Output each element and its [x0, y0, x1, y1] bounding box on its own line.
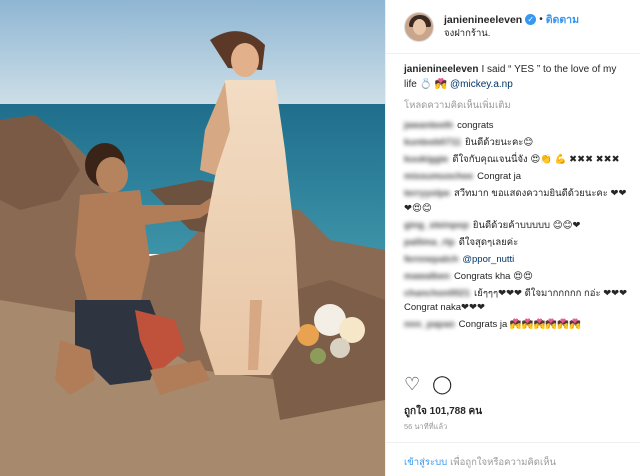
instagram-post: janienineeleven ✓ • ติดตาม จงฝากร้าน. ja… — [0, 0, 640, 476]
comment-username[interactable]: ging_steinpop — [404, 219, 469, 234]
comment-username[interactable]: jawanteeth — [404, 119, 453, 134]
login-prompt: เข้าสู่ระบบ เพื่อถูกใจหรือความคิดเห็น — [386, 442, 640, 476]
avatar[interactable] — [404, 11, 434, 42]
comment-text: ดีใจสุดๆเลยค่ะ — [458, 236, 519, 248]
comment-text: Congrats ja 💏💏💏💏💏💏 — [458, 319, 581, 330]
comment-list[interactable]: janienineeleven I said “ YES ” to the lov… — [386, 54, 640, 372]
comment-item: ging_steinpop ยินดีด้วยค้าบบบบบ 😊😊❤ — [404, 219, 630, 234]
comment-item: mawalben Congrats kha 😍😍 — [404, 270, 630, 285]
comment-mention[interactable]: @ppor_nutti — [462, 254, 514, 265]
comment-text: Congrats kha 😍😍 — [453, 270, 533, 282]
post-header-row: janienineeleven ✓ • ติดตาม — [444, 13, 579, 27]
comment-item: terryyolpe สวีทมาก ขอแสดงความยินดีด้วยนะค… — [404, 187, 630, 216]
caption-username[interactable]: janienineeleven — [404, 64, 478, 75]
login-link[interactable]: เข้าสู่ระบบ — [404, 457, 447, 468]
comment-item: missumuochee Congrat ja — [404, 170, 630, 185]
comment-icon[interactable]: ◯ — [432, 374, 452, 394]
comment-username[interactable]: chanchon0021 — [404, 287, 470, 302]
comment-item: pallima_rtp ดีใจสุดๆเลยค่ะ — [404, 236, 630, 251]
caption: janienineeleven I said “ YES ” to the lov… — [404, 62, 630, 92]
verified-badge-icon: ✓ — [525, 14, 537, 25]
comment-text: Congrat ja — [477, 171, 522, 182]
comment-username[interactable]: kunteeb0711 — [404, 136, 461, 151]
comment-item: kunteeb0711 ยินดีด้วยนะคะ😊 — [404, 136, 630, 151]
timestamp[interactable]: 56 นาทีที่แล้ว — [404, 421, 447, 433]
location-link[interactable]: จงฝากร้าน. — [444, 27, 579, 41]
comment-text: congrats — [457, 120, 494, 131]
post-photo[interactable] — [0, 0, 385, 476]
comment-text: ดีใจกับคุณเจนนี่จัง 😍👏 💪 ✖✖✖ ✖✖✖ — [452, 154, 620, 165]
post-sidebar: janienineeleven ✓ • ติดตาม จงฝากร้าน. ja… — [385, 0, 640, 476]
comment-username[interactable]: mawalben — [404, 270, 450, 285]
follow-button[interactable]: ติดตาม — [546, 13, 579, 27]
post-header: janienineeleven ✓ • ติดตาม จงฝากร้าน. — [386, 0, 640, 54]
comment-username[interactable]: terryyolpe — [404, 187, 450, 202]
caption-mention[interactable]: @mickey.a.np — [450, 79, 513, 90]
action-bar: ♡ ◯ — [404, 374, 452, 394]
comment-username[interactable]: pallima_rtp — [404, 236, 455, 251]
proposal-photo — [0, 0, 385, 476]
comment-item: nnn_papao Congrats ja 💏💏💏💏💏💏 — [404, 318, 630, 333]
comment-username[interactable]: missumuochee — [404, 170, 473, 185]
comment-item: fernnepatch @ppor_nutti — [404, 253, 630, 268]
heart-icon[interactable]: ♡ — [404, 374, 420, 394]
comment-username[interactable]: fernnepatch — [404, 253, 458, 268]
comment-text: ยินดีด้วยค้าบบบบบ 😊😊❤ — [472, 219, 581, 231]
comment-item: chanchon0021 เย้ๆๆๆ❤❤❤ ดีใจมากกกกก กอ่ะ ❤… — [404, 287, 630, 316]
avatar-face — [413, 18, 426, 35]
username-link[interactable]: janienineeleven — [444, 13, 522, 27]
comment-text: ยินดีด้วยนะคะ😊 — [465, 137, 534, 148]
post-header-text: janienineeleven ✓ • ติดตาม จงฝากร้าน. — [444, 13, 579, 41]
comment-username[interactable]: nnn_papao — [404, 318, 455, 333]
login-prompt-text: เพื่อถูกใจหรือความคิดเห็น — [450, 457, 556, 468]
comment-item: jawanteeth congrats — [404, 119, 630, 134]
comment-item: kuukiggie ดีใจกับคุณเจนนี่จัง 😍👏 💪 ✖✖✖ ✖✖… — [404, 153, 630, 168]
comment-username[interactable]: kuukiggie — [404, 153, 448, 168]
like-count[interactable]: ถูกใจ 101,788 คน — [404, 404, 482, 419]
load-more-comments-button[interactable]: โหลดความคิดเห็นเพิ่มเติม — [404, 98, 630, 113]
separator-dot: • — [539, 13, 543, 25]
